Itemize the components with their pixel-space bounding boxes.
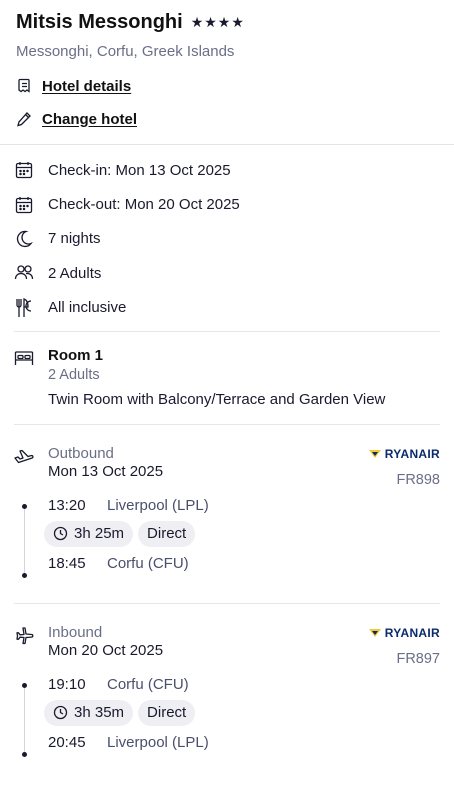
arrival-time: 20:45 — [48, 734, 86, 752]
arrival-place: Liverpool (LPL) — [107, 734, 209, 752]
duration-chip: 3h 25m — [44, 520, 134, 547]
checkin-row: Check-in: Mon 13 Oct 2025 — [14, 153, 440, 187]
flight-info: Inbound Mon 20 Oct 2025 — [48, 623, 164, 660]
hotel-details-link-row[interactable]: Hotel details — [16, 76, 438, 96]
cutlery-icon — [14, 297, 34, 318]
departure-stop: 19:10 Corfu (CFU) — [48, 676, 440, 694]
clock-icon — [53, 705, 68, 720]
timeline-line — [24, 686, 25, 755]
flight-header: Outbound Mon 13 Oct 2025 RYANAIR FR898 — [14, 425, 440, 488]
guests-row: 2 Adults — [14, 256, 440, 290]
plane-departure-icon — [14, 447, 34, 467]
timeline-line — [24, 507, 25, 576]
room-adults: 2 Adults — [48, 366, 100, 383]
nights-row: 7 nights — [14, 222, 440, 256]
checkout-row: Check-out: Mon 20 Oct 2025 — [14, 187, 440, 221]
flight-direction: Outbound — [48, 444, 114, 462]
flight-number: FR897 — [396, 650, 440, 667]
guests-text: 2 Adults — [48, 264, 102, 282]
flight-info: Outbound Mon 13 Oct 2025 — [48, 444, 164, 481]
bed-icon — [14, 348, 34, 368]
harp-icon — [368, 449, 381, 458]
departure-place: Liverpool (LPL) — [107, 497, 209, 515]
stay-facts: Check-in: Mon 13 Oct 2025 Check-out: Mon… — [0, 145, 454, 325]
departure-stop: 13:20 Liverpool (LPL) — [48, 497, 440, 515]
checkin-text: Check-in: Mon 13 Oct 2025 — [48, 161, 231, 179]
flight-direction: Inbound — [48, 623, 103, 641]
departure-place: Corfu (CFU) — [107, 676, 189, 694]
clock-icon — [53, 526, 68, 541]
change-hotel-link-row[interactable]: Change hotel — [16, 109, 438, 129]
board-row: All inclusive — [14, 291, 440, 325]
arrival-time: 18:45 — [48, 555, 86, 573]
flight-header: Inbound Mon 20 Oct 2025 RYANAIR FR897 — [14, 604, 440, 667]
flight-number: FR898 — [396, 471, 440, 488]
stops-text: Direct — [147, 704, 187, 722]
stops-chip: Direct — [138, 699, 196, 726]
stops-text: Direct — [147, 525, 187, 543]
airline-name: RYANAIR — [384, 446, 440, 461]
flight-date: Mon 13 Oct 2025 — [48, 462, 164, 480]
calendar-icon — [14, 160, 34, 180]
flight-timeline: 19:10 Corfu (CFU) 3h 35m Direct 20:45 Li… — [14, 676, 440, 757]
document-icon — [16, 78, 32, 94]
arrival-stop: 20:45 Liverpool (LPL) — [48, 734, 440, 752]
departure-time: 13:20 — [48, 497, 86, 515]
outbound-flight: Outbound Mon 13 Oct 2025 RYANAIR FR898 1… — [0, 425, 454, 603]
hotel-header: Mitsis Messonghi ★★★★ Messonghi, Corfu, … — [0, 0, 454, 144]
hotel-details-link[interactable]: Hotel details — [42, 78, 131, 95]
departure-time: 19:10 — [48, 676, 86, 694]
moon-icon — [14, 229, 34, 249]
flight-airline: RYANAIR FR897 — [368, 625, 440, 667]
change-hotel-link[interactable]: Change hotel — [42, 111, 137, 128]
arrival-stop: 18:45 Corfu (CFU) — [48, 555, 440, 573]
hotel-name: Mitsis Messonghi — [16, 10, 183, 33]
hotel-location: Messonghi, Corfu, Greek Islands — [16, 43, 235, 60]
hotel-title-row: Mitsis Messonghi ★★★★ — [16, 10, 438, 34]
timeline-dot — [22, 751, 27, 757]
duration-text: 3h 25m — [74, 525, 125, 543]
stops-chip: Direct — [138, 520, 196, 547]
calendar-icon — [14, 195, 34, 215]
room-description: Twin Room with Balcony/Terrace and Garde… — [48, 390, 386, 408]
flight-chips: 3h 25m Direct — [44, 520, 440, 547]
nights-text: 7 nights — [48, 230, 101, 248]
people-icon — [14, 263, 34, 283]
duration-chip: 3h 35m — [44, 699, 134, 726]
room-title: Room 1 — [48, 346, 104, 364]
inbound-flight: Inbound Mon 20 Oct 2025 RYANAIR FR897 19… — [0, 604, 454, 782]
timeline-dot — [22, 682, 27, 688]
star-rating: ★★★★ — [190, 13, 245, 30]
flight-date: Mon 20 Oct 2025 — [48, 641, 164, 659]
arrival-place: Corfu (CFU) — [107, 555, 189, 573]
room-section: Room 1 2 Adults Twin Room with Balcony/T… — [0, 332, 454, 424]
checkout-text: Check-out: Mon 20 Oct 2025 — [48, 196, 240, 214]
airline-name: RYANAIR — [384, 625, 440, 640]
airline-logo: RYANAIR — [368, 446, 440, 462]
room-body: Room 1 2 Adults Twin Room with Balcony/T… — [48, 347, 385, 424]
plane-arrival-icon — [14, 626, 34, 646]
flight-timeline: 13:20 Liverpool (LPL) 3h 25m Direct 18:4… — [14, 497, 440, 578]
flight-airline: RYANAIR FR898 — [368, 446, 440, 488]
harp-icon — [368, 628, 381, 637]
flight-chips: 3h 35m Direct — [44, 699, 440, 726]
duration-text: 3h 35m — [74, 704, 125, 722]
timeline-dot — [22, 503, 27, 509]
pencil-icon — [16, 111, 32, 127]
airline-logo: RYANAIR — [368, 625, 440, 641]
board-text: All inclusive — [48, 299, 127, 317]
timeline-dot — [22, 572, 27, 578]
